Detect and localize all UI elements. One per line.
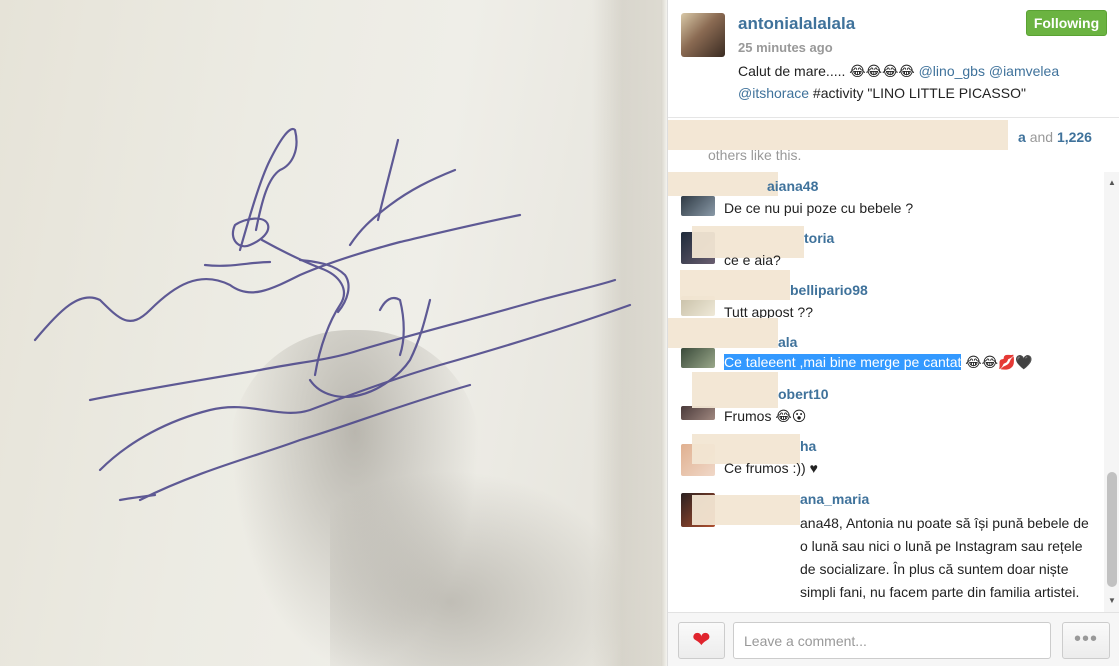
redacted-block [668, 172, 778, 196]
like-button[interactable]: ❤ [678, 622, 725, 659]
redacted-block [680, 270, 790, 300]
redacted-block [692, 495, 800, 525]
caption-hashtag-text: #activity "LINO LITTLE PICASSO" [812, 85, 1026, 101]
comment-username[interactable]: obert10 [778, 386, 829, 402]
author-avatar[interactable] [681, 13, 725, 57]
comment-footer: ❤ ••• [668, 612, 1119, 666]
post-photo[interactable] [0, 0, 667, 666]
author-username[interactable]: antonialalalala [738, 14, 855, 34]
comment-username[interactable]: ana_maria [800, 491, 869, 507]
comment-text: De ce nu pui poze cu bebele ? [724, 200, 914, 216]
comment-input[interactable] [733, 622, 1051, 659]
post-caption: Calut de mare..... 😂😂😂😂 @lino_gbs @iamve… [738, 60, 1098, 104]
commenter-avatar[interactable] [681, 406, 715, 420]
redacted-block [692, 372, 778, 408]
likes-count[interactable]: 1,226 [1057, 129, 1092, 145]
likes-and: and [1029, 129, 1054, 145]
caption-mention-link[interactable]: @itshorace [738, 85, 809, 101]
caption-text: Calut de mare..... 😂😂😂😂 [738, 63, 915, 79]
instagram-post-view: antonialalalala Following 25 minutes ago… [0, 0, 1119, 666]
scroll-down-arrow-icon[interactable]: ▼ [1108, 596, 1116, 605]
comment-username[interactable]: toria [804, 230, 834, 246]
comment-emoji: 😂😂💋🖤 [965, 354, 1033, 370]
comment-username[interactable]: bellipario98 [790, 282, 868, 298]
commenter-avatar[interactable] [681, 348, 715, 368]
heart-icon: ❤ [692, 627, 711, 652]
comment-username[interactable]: ala [778, 334, 797, 350]
scroll-up-arrow-icon[interactable]: ▲ [1108, 178, 1116, 187]
scrollbar-thumb[interactable] [1107, 472, 1117, 587]
caption-mention-link[interactable]: @lino_gbs [919, 63, 985, 79]
comment-text: Ce frumos :)) ♥ [724, 460, 818, 476]
comment-text: Ce taleeent ,mai bine merge pe cantat 😂😂… [724, 354, 1033, 371]
liker-username[interactable]: a [1018, 129, 1026, 145]
comment-text: ana48, Antonia nu poate să își pună bebe… [800, 515, 1089, 600]
more-options-button[interactable]: ••• [1062, 622, 1110, 659]
likes-line: a and 1,226 [1018, 129, 1092, 145]
caption-mention-link[interactable]: @iamvelea [989, 63, 1059, 79]
comment-username[interactable]: aiana48 [767, 178, 818, 194]
post-header: antonialalalala Following 25 minutes ago… [668, 0, 1119, 118]
comments-scrollbar[interactable]: ▲ ▼ [1104, 172, 1119, 612]
comment-username[interactable]: ha [800, 438, 816, 454]
likes-others: others like this. [708, 147, 802, 163]
post-timestamp[interactable]: 25 minutes ago [738, 40, 833, 55]
comment-text: ce e aia? [724, 252, 781, 268]
likes-summary: a and 1,226 others like this. [668, 118, 1119, 168]
comment-text: Frumos 😂😮 [724, 408, 807, 424]
following-button[interactable]: Following [1026, 10, 1107, 36]
redacted-block [668, 318, 778, 348]
comments-list[interactable]: aiana48 De ce nu pui poze cu bebele ? to… [668, 172, 1104, 612]
pen-sketch-drawing [33, 127, 632, 502]
commenter-avatar[interactable] [681, 196, 715, 216]
selected-text: Ce taleeent ,mai bine merge pe cantat [724, 354, 962, 370]
post-side-panel: antonialalalala Following 25 minutes ago… [667, 0, 1119, 666]
redacted-block [668, 120, 1008, 150]
